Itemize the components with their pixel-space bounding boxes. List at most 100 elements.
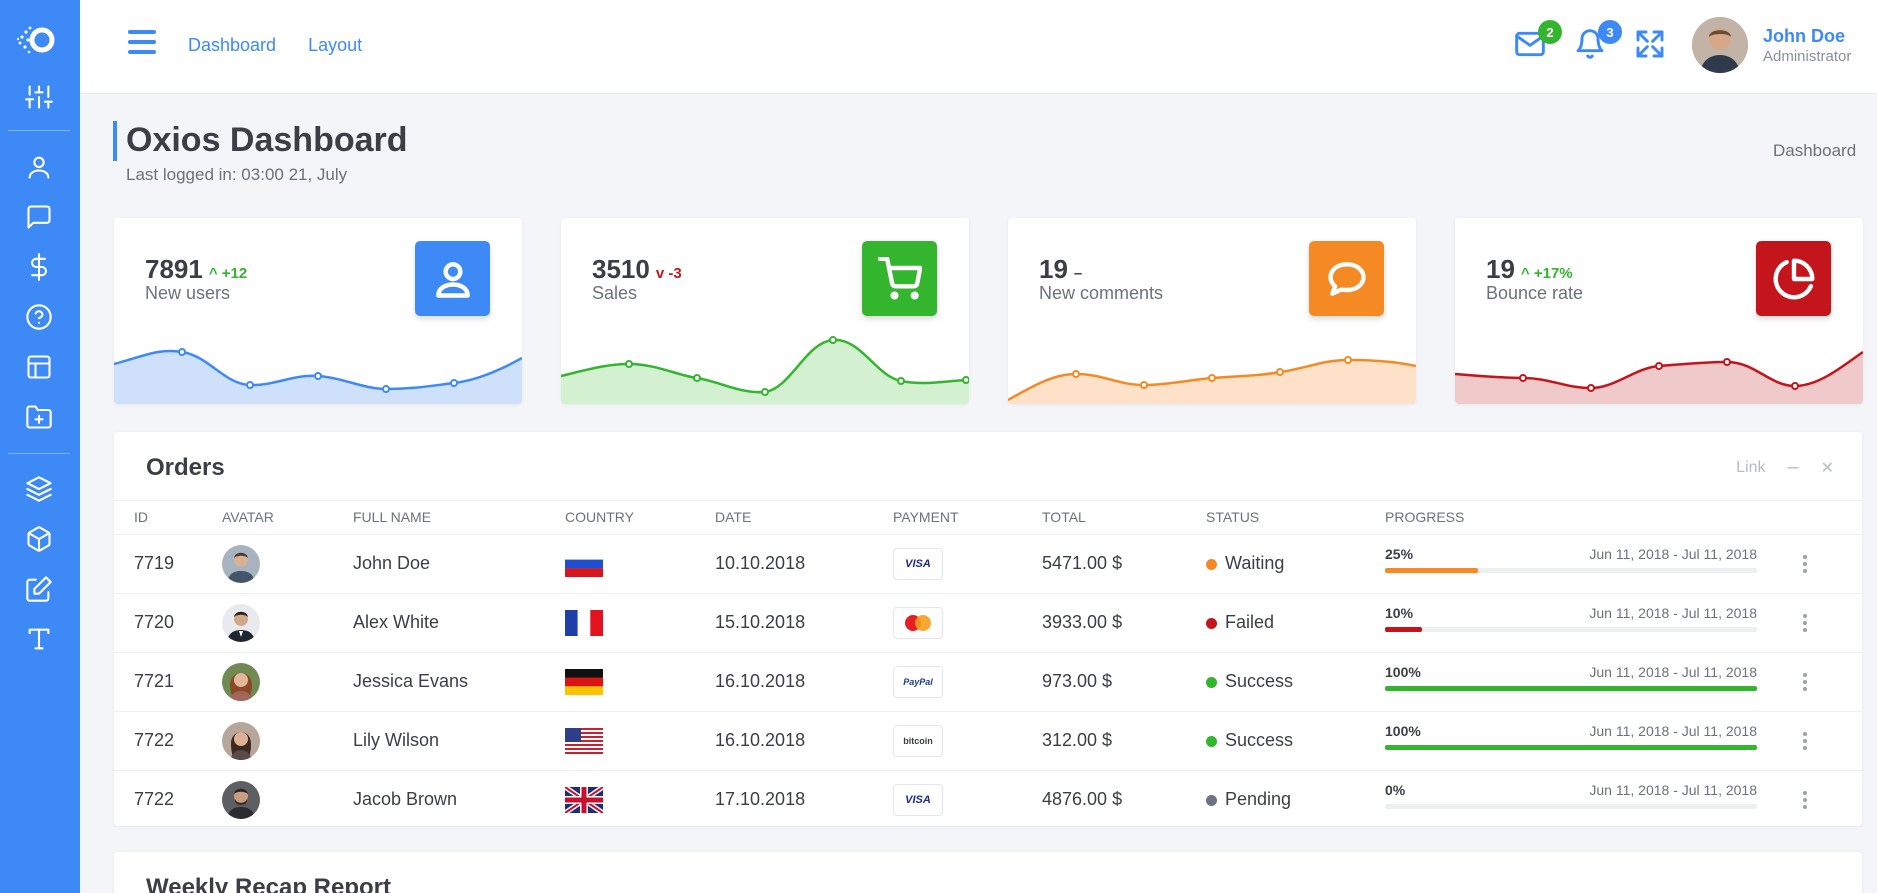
- type-icon[interactable]: [22, 622, 56, 656]
- stat-card-bounce-rate: 19 ^ +17% Bounce rate: [1455, 218, 1863, 404]
- row-menu-icon[interactable]: [1795, 729, 1815, 753]
- avatar[interactable]: [222, 780, 260, 819]
- nav-layout-link[interactable]: Layout: [308, 35, 362, 56]
- edit-icon[interactable]: [22, 572, 56, 606]
- stat-card-sales: 3510 v -3 Sales: [561, 218, 969, 404]
- col-id[interactable]: ID: [114, 501, 222, 535]
- bell-icon[interactable]: 3: [1574, 20, 1622, 62]
- progress-bar: 10% Jun 11, 2018 - Jul 11, 2018: [1385, 603, 1757, 643]
- sparkline-new-users: [114, 348, 522, 404]
- user-icon[interactable]: [22, 150, 56, 184]
- cell-id: 7721: [114, 652, 222, 712]
- table-row[interactable]: 7719 John Doe 10.10.2018 VISA 5471.00 $ …: [114, 534, 1862, 594]
- col-country[interactable]: Country: [565, 501, 715, 535]
- chat-icon[interactable]: [22, 200, 56, 234]
- minimize-icon[interactable]: –: [1787, 456, 1798, 479]
- cell-total: 312.00 $: [1042, 711, 1206, 771]
- close-icon[interactable]: ✕: [1821, 458, 1834, 478]
- stat-delta: v -3: [655, 265, 682, 282]
- germany-flag-icon: [565, 668, 603, 695]
- user-icon: [415, 241, 490, 316]
- top-nav: Dashboard Layout: [188, 35, 362, 56]
- row-menu-icon[interactable]: [1795, 611, 1815, 635]
- progress-fill: [1385, 685, 1757, 691]
- progress-fill: [1385, 744, 1757, 750]
- cell-date: 10.10.2018: [715, 534, 893, 594]
- topbar: Dashboard Layout 2 3 John Doe Administra…: [80, 0, 1877, 94]
- table-row[interactable]: 7722 Lily Wilson 16.10.2018 bitcoin 312.…: [114, 711, 1862, 771]
- stat-delta: ^ +17%: [1520, 265, 1573, 282]
- uk-flag-icon: [565, 786, 603, 813]
- fullscreen-icon[interactable]: [1634, 28, 1668, 62]
- sparkline-bounce-rate: [1455, 350, 1863, 404]
- col-full-name[interactable]: Full Name: [353, 501, 565, 535]
- panel-link-button[interactable]: Link: [1736, 459, 1765, 477]
- layers-icon[interactable]: [22, 472, 56, 506]
- mail-badge: 2: [1538, 20, 1562, 44]
- stat-label: Sales: [592, 283, 638, 303]
- folder-plus-icon[interactable]: [22, 400, 56, 434]
- row-menu-icon[interactable]: [1795, 552, 1815, 576]
- avatar[interactable]: [222, 544, 260, 583]
- visa-icon: VISA: [893, 547, 943, 580]
- table-row[interactable]: 7722 Jacob Brown 17.10.2018 VISA 4876.00…: [114, 770, 1862, 829]
- table-header-row: ID Avatar Full Name Country Date Payment…: [114, 501, 1862, 535]
- col-payment[interactable]: Payment: [893, 501, 1042, 535]
- sliders-icon[interactable]: [22, 80, 56, 114]
- menu-toggle-icon[interactable]: [128, 30, 156, 58]
- status-dot: [1206, 558, 1217, 570]
- cell-name: Alex White: [353, 593, 565, 653]
- progress-date-range: Jun 11, 2018 - Jul 11, 2018: [1589, 722, 1757, 739]
- layout-icon[interactable]: [22, 350, 56, 384]
- user-name[interactable]: John Doe: [1763, 26, 1845, 47]
- col-progress[interactable]: Progress: [1385, 501, 1795, 535]
- stat-value: 19–: [1039, 254, 1083, 284]
- cart-icon: [862, 241, 937, 316]
- title-accent: [113, 121, 117, 161]
- stat-card-new-comments: 19– New comments: [1008, 218, 1416, 404]
- avatar[interactable]: [222, 603, 260, 642]
- page-title: Oxios Dashboard: [126, 121, 408, 159]
- cell-date: 16.10.2018: [715, 652, 893, 712]
- arrow-up-icon: ^: [1520, 265, 1530, 282]
- cell-total: 4876.00 $: [1042, 789, 1123, 810]
- cell-name: Lily Wilson: [353, 711, 565, 771]
- stat-label: Bounce rate: [1486, 283, 1584, 303]
- last-login-text: Last logged in: 03:00 21, July: [126, 165, 348, 184]
- col-avatar[interactable]: Avatar: [222, 501, 353, 535]
- stat-label: New comments: [1039, 283, 1164, 303]
- user-avatar[interactable]: [1692, 17, 1748, 73]
- status-dot: [1206, 617, 1217, 629]
- sidebar-divider: [8, 453, 70, 454]
- progress-bar: 0% Jun 11, 2018 - Jul 11, 2018: [1385, 780, 1757, 820]
- cell-id: 7722: [134, 789, 175, 810]
- france-flag-icon: [565, 609, 603, 636]
- cell-date: 15.10.2018: [715, 593, 893, 653]
- box-icon[interactable]: [22, 522, 56, 556]
- row-menu-icon[interactable]: [1795, 788, 1815, 812]
- mail-icon[interactable]: 2: [1514, 20, 1562, 62]
- progress-fill: [1385, 626, 1423, 632]
- nav-dashboard-link[interactable]: Dashboard: [188, 35, 276, 56]
- col-status[interactable]: Status: [1206, 501, 1385, 535]
- table-row[interactable]: 7721 Jessica Evans 16.10.2018 PayPal 973…: [114, 652, 1862, 712]
- oxios-logo-icon[interactable]: [16, 22, 60, 58]
- col-total[interactable]: Total: [1042, 501, 1206, 535]
- sparkline-sales: [561, 336, 969, 404]
- dollar-icon[interactable]: [22, 250, 56, 284]
- visa-icon: VISA: [893, 783, 943, 816]
- avatar[interactable]: [222, 721, 260, 760]
- avatar[interactable]: [222, 662, 260, 701]
- breadcrumb[interactable]: Dashboard: [1773, 141, 1856, 161]
- table-row[interactable]: 7720 Alex White 15.10.2018 3933.00 $ Fai…: [114, 593, 1862, 653]
- status-badge: Pending: [1225, 789, 1292, 810]
- weekly-recap-panel: Weekly Recap Report: [114, 852, 1862, 893]
- progress-date-range: Jun 11, 2018 - Jul 11, 2018: [1589, 663, 1757, 680]
- cell-id: 7719: [114, 534, 222, 594]
- progress-percent: 100%: [1385, 722, 1421, 739]
- russia-flag-icon: [565, 550, 603, 577]
- col-date[interactable]: Date: [715, 501, 893, 535]
- help-icon[interactable]: [22, 300, 56, 334]
- mastercard-icon: [893, 606, 943, 639]
- row-menu-icon[interactable]: [1795, 670, 1815, 694]
